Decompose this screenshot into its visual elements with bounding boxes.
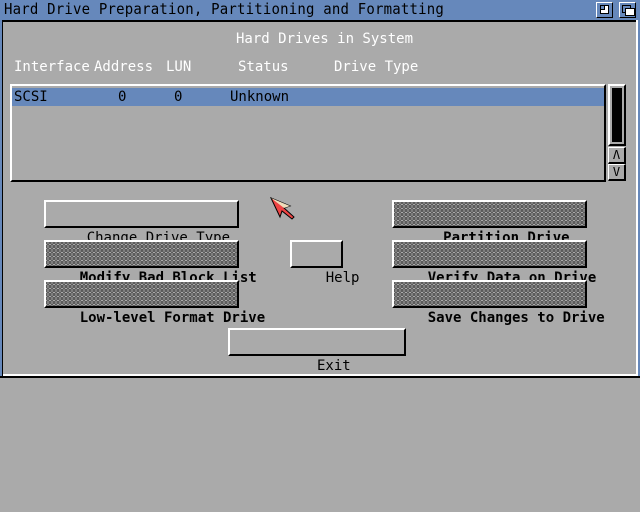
help-label: Help [325, 270, 360, 286]
save-changes-label: Save Changes to Drive [427, 310, 605, 326]
help-button[interactable]: Help [290, 240, 359, 286]
zoom-gadget[interactable] [596, 2, 613, 18]
cell-interface: SCSI [14, 89, 48, 105]
hdtoolbox-window: Hard Drive Preparation, Partitioning and… [0, 0, 640, 378]
cell-status: Unknown [230, 89, 290, 105]
drive-list[interactable]: SCSI 0 0 Unknown [10, 84, 606, 182]
save-changes-button[interactable]: Save Changes to Drive [392, 280, 605, 326]
change-drive-type-button[interactable]: Change Drive Type [44, 200, 239, 246]
scrollbar-knob[interactable] [612, 88, 622, 142]
scroll-up-button[interactable]: Λ [608, 147, 626, 164]
column-header-interface: Interface [14, 59, 90, 75]
depth-gadget[interactable] [619, 2, 636, 18]
verify-data-button[interactable]: Verify Data on Drive [392, 240, 596, 286]
column-header-lun: LUN [166, 59, 192, 75]
window-border-left-inner [2, 20, 3, 376]
column-header-address: Address [94, 59, 154, 75]
cell-address: 0 [118, 89, 127, 105]
scrollbar[interactable] [608, 84, 626, 146]
arrow-down-icon: V [612, 165, 621, 179]
exit-button[interactable]: Exit [228, 328, 406, 374]
low-level-format-label: Low-level Format Drive [79, 310, 266, 326]
mouse-pointer-icon [270, 197, 295, 220]
column-header-status: Status [238, 59, 289, 75]
modify-bad-block-list-button[interactable]: Modify Bad Block List [44, 240, 257, 286]
window-border-top [3, 20, 636, 22]
table-row[interactable]: SCSI 0 0 Unknown [12, 88, 604, 106]
partition-drive-button[interactable]: Partition Drive [392, 200, 587, 246]
low-level-format-button[interactable]: Low-level Format Drive [44, 280, 265, 326]
title-bar[interactable]: Hard Drive Preparation, Partitioning and… [0, 0, 640, 20]
drives-heading: Hard Drives in System [236, 31, 414, 47]
column-header-drive-type: Drive Type [334, 59, 419, 75]
window-title: Hard Drive Preparation, Partitioning and… [4, 1, 445, 19]
exit-label: Exit [317, 358, 351, 374]
cell-lun: 0 [174, 89, 183, 105]
scroll-down-button[interactable]: V [608, 164, 626, 181]
arrow-up-icon: Λ [612, 148, 621, 162]
